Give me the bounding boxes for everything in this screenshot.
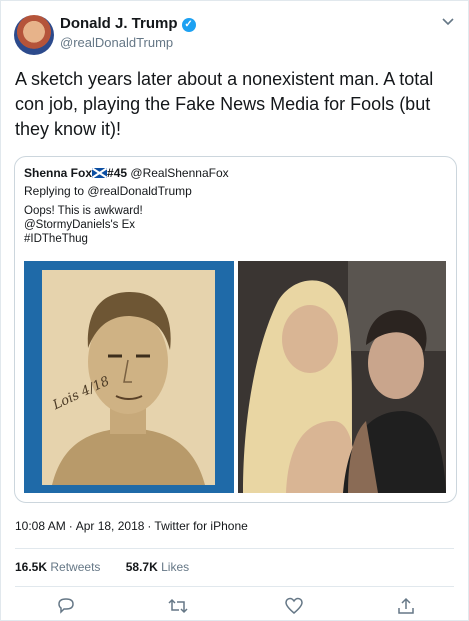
tweet-text: A sketch years later about a nonexistent… [15, 69, 434, 139]
quoted-media[interactable]: Lois 4/18 [24, 261, 446, 493]
scotland-flag-icon [92, 168, 108, 178]
likes-label: Likes [161, 560, 190, 574]
author-name[interactable]: Donald J. Trump [60, 15, 178, 32]
retweets-stat[interactable]: 16.5K Retweets [15, 560, 100, 574]
tweet-date[interactable]: Apr 18, 2018 [76, 519, 145, 533]
verified-badge-icon: ✓ [181, 18, 196, 32]
share-icon[interactable] [396, 597, 420, 615]
retweet-icon[interactable] [167, 597, 191, 615]
divider [15, 548, 454, 549]
replying-to-handle[interactable]: @realDonaldTrump [87, 184, 191, 198]
replying-to-label: Replying to [24, 184, 85, 198]
replying-to-line: Replying to @realDonaldTrump [24, 184, 192, 198]
quoted-name-suffix: #45 [107, 166, 128, 180]
tweet-meta: 10:08 AM · Apr 18, 2018 · Twitter for iPhone [15, 519, 248, 533]
comparison-photo-illustration [238, 261, 446, 493]
like-icon[interactable] [284, 597, 308, 615]
quoted-author-name: Shenna Fox [24, 166, 93, 180]
sketch-face-illustration [42, 270, 215, 485]
quoted-header: Shenna Fox #45 @RealShennaFox [24, 166, 229, 180]
tweet-card: Donald J. Trump ✓ @realDonaldTrump A sket… [0, 0, 469, 621]
author-name-row[interactable]: Donald J. Trump ✓ [60, 15, 196, 32]
author-avatar[interactable] [14, 15, 54, 55]
retweets-label: Retweets [50, 560, 101, 574]
action-bar [1, 597, 469, 617]
chevron-down-icon[interactable] [442, 13, 454, 29]
tweet-source[interactable]: Twitter for iPhone [154, 519, 247, 533]
engagement-stats: 16.5K Retweets 58.7K Likes [15, 560, 189, 574]
likes-count: 58.7K [125, 560, 158, 574]
author-handle[interactable]: @realDonaldTrump [60, 35, 173, 50]
retweets-count: 16.5K [15, 560, 48, 574]
quoted-text: Oops! This is awkward! @StormyDaniels's … [24, 205, 143, 245]
quoted-author-handle: @RealShennaFox [130, 166, 229, 180]
divider [15, 586, 454, 587]
tweet-time[interactable]: 10:08 AM [15, 519, 66, 533]
likes-stat[interactable]: 58.7K Likes [126, 560, 189, 574]
quoted-tweet[interactable]: Shenna Fox #45 @RealShennaFox Replying to… [14, 156, 457, 503]
composite-sketch-image[interactable]: Lois 4/18 [24, 261, 234, 493]
reply-icon[interactable] [56, 597, 80, 615]
comparison-photo[interactable] [238, 261, 446, 493]
